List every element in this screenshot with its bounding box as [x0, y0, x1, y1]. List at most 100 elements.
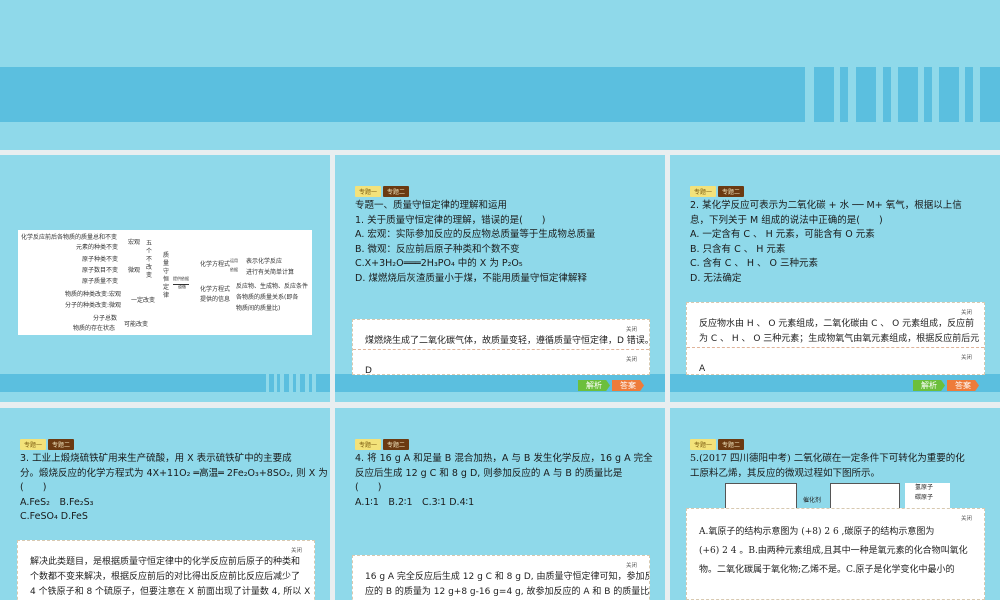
close-button[interactable]: 关闭: [699, 309, 972, 317]
question-text: 3. 工业上煅烧硫铁矿用来生产硫酸，用 X 表示硫铁矿中的主要成 分。煅烧反应的…: [20, 452, 328, 525]
diagram-text: 化学方程式: [200, 261, 231, 268]
diagram-text: 质量守恒定律: [163, 252, 170, 299]
answer-text: D: [365, 366, 372, 375]
option-b: B. 微观：反应前后原子种类和个数不变: [355, 243, 520, 255]
tab-topic-1[interactable]: 专题一: [355, 439, 382, 450]
slide-question-4[interactable]: 专题一 专题二 4. 将 16 g A 和足量 B 混合加热，A 与 B 发生化学…: [335, 408, 665, 600]
diagram-text: 表示化学反应: [246, 258, 283, 265]
tab-topic-1[interactable]: 专题一: [690, 186, 717, 197]
banner-stripe: [814, 67, 834, 122]
banner-stripe: [898, 67, 918, 122]
answer-button[interactable]: 答案: [612, 380, 644, 391]
bar-stripe: [309, 374, 312, 392]
analysis-popup: 关闭 反应物水由 H 、 O 元素组成，二氧化碳由 C 、 O 元素组成，反应前…: [686, 302, 985, 375]
diagram-text: 进行有关简单计算: [246, 269, 295, 276]
question-line: 2. 某化学反应可表示为二氧化碳 + 水 ── M+ 氧气，根据以上信: [690, 200, 962, 211]
analysis-text: 煤燃烧生成了二氧化碳气体，故质量变轻，遵循质量守恒定律，D 错误。: [365, 336, 650, 346]
question-line: 5.(2017 四川德阳中考) 二氧化碳在一定条件下可转化为重要的化: [690, 453, 965, 464]
question-line: 息，下列关于 M 组成的说法中正确的是( ): [690, 214, 883, 226]
banner-stripe: [856, 67, 876, 122]
analysis-popup: 关闭 解决此类题目，是根据质量守恒定律中的化学反应前后原子的种类和 个数都不变来…: [17, 540, 315, 600]
slide-question-5[interactable]: 专题一 专题二 5.(2017 四川德阳中考) 二氧化碳在一定条件下可转化为重要的…: [670, 408, 1000, 600]
analysis-popup: 关闭 煤燃烧生成了二氧化碳气体，故质量变轻，遵循质量守恒定律，D 错误。 关闭 D: [352, 319, 650, 375]
close-button[interactable]: 关闭: [699, 515, 972, 523]
concept-diagram: 化学反应前后各物质的质量总和不变 元素的种类不变 宏观 原子种类不变 原子数目不…: [18, 230, 312, 335]
analysis-text: 4 个铁原子和 8 个硫原子，但要注意在 X 前面出现了计量数 4, 所以 X: [30, 587, 311, 597]
answer-section: 关闭 A: [687, 347, 984, 374]
diagram-text: 微观: [128, 267, 141, 274]
question-line: 反应后生成 12 g C 和 8 g D, 则参加反应的 A 与 B 的质量比是: [355, 467, 623, 479]
bar-stripe: [284, 374, 289, 392]
question-text: 5.(2017 四川德阳中考) 二氧化碳在一定条件下可转化为重要的化 工原料乙烯…: [690, 452, 965, 481]
analysis-text: 16 g A 完全反应后生成 12 g C 和 8 g D, 由质量守恒定律可知…: [365, 572, 650, 582]
option-c: C.X+3H₂O═══2H₃PO₄ 中的 X 为 P₂O₅: [355, 258, 523, 269]
analysis-button[interactable]: 解析: [913, 380, 945, 391]
diagram-text: 化学反应前后各物质的质量总和不变: [21, 234, 118, 241]
analysis-text: 个数都不变来解决，根据反应前后的对比得出反应前比反应后减少了: [30, 572, 301, 582]
question-line: ( ): [20, 482, 47, 493]
diagram-text: 遵循: [178, 284, 186, 289]
question-line: 3. 工业上煅烧硫铁矿用来生产硫酸，用 X 表示硫铁矿中的主要成: [20, 453, 292, 464]
diagram-text: 物质的种类改变:宏观: [65, 291, 122, 298]
diagram-text: 原子质量不变: [82, 278, 119, 285]
diagram-text: 原子种类不变: [82, 256, 119, 263]
tab-topic-1[interactable]: 专题一: [20, 439, 47, 450]
tab-topic-1[interactable]: 专题一: [355, 186, 382, 197]
slide-summary-diagram[interactable]: 化学反应前后各物质的质量总和不变 元素的种类不变 宏观 原子种类不变 原子数目不…: [0, 155, 330, 402]
option-c: C. 含有 C 、 H 、 O 三种元素: [690, 258, 819, 269]
tab-topic-2[interactable]: 专题二: [383, 439, 410, 450]
question-line: 工原料乙烯，其反应的微观过程如下图所示。: [690, 467, 881, 479]
diagram-text: 物质间的质量比): [236, 305, 281, 312]
diagram-text: 反应物、生成物、反应条件: [236, 283, 309, 290]
question-line: 专题一、质量守恒定律的理解和运用: [355, 200, 508, 211]
banner-stripe: [939, 67, 959, 122]
legend-carbon: 碳原子: [915, 494, 934, 501]
diagram-text: 原子数目不变: [82, 267, 119, 274]
close-button[interactable]: 关闭: [699, 354, 972, 362]
analysis-text: (+6) 2 4 。B.由两种元素组成,且其中一种是氧元素的化合物叫氧化: [699, 546, 968, 556]
option-b: B. 只含有 C 、 H 元素: [690, 243, 786, 255]
analysis-button[interactable]: 解析: [578, 380, 610, 391]
banner-stripe: [980, 67, 1000, 122]
slide-question-3[interactable]: 专题一 专题二 3. 工业上煅烧硫铁矿用来生产硫酸，用 X 表示硫铁矿中的主要成 …: [0, 408, 330, 600]
question-line: 1. 关于质量守恒定律的理解，错误的是( ): [355, 214, 546, 226]
analysis-text: 反应物水由 H 、 O 元素组成，二氧化碳由 C 、 O 元素组成，反应前: [699, 319, 975, 329]
option-a: A. 一定含有 C 、 H 元素，可能含有 O 元素: [690, 229, 875, 240]
option-d: D. 煤燃烧后灰渣质量小于煤，不能用质量守恒定律解释: [355, 272, 587, 284]
diagram-text: 分子总数: [93, 315, 118, 322]
option-ab: A.FeS₂ B.Fe₂S₃: [20, 496, 94, 508]
answer-section: 关闭 D: [353, 349, 649, 375]
slide-question-1[interactable]: 专题一 专题二 专题一、质量守恒定律的理解和运用 1. 关于质量守恒定律的理解，错…: [335, 155, 665, 402]
slide-question-2[interactable]: 专题一 专题二 2. 某化学反应可表示为二氧化碳 + 水 ── M+ 氧气，根据以…: [670, 155, 1000, 402]
banner-stripe: [965, 67, 973, 122]
banner-stripe: [840, 67, 848, 122]
close-button[interactable]: 关闭: [365, 356, 637, 364]
analysis-text: 应的 B 的质量为 12 g+8 g-16 g=4 g, 故参加反应的 A 和 …: [365, 587, 650, 597]
slide-bar: [0, 374, 266, 392]
diagram-text: 宏观: [128, 239, 141, 246]
tab-topic-2[interactable]: 专题二: [718, 186, 745, 197]
tab-topic-1[interactable]: 专题一: [690, 439, 717, 450]
bar-stripe: [316, 374, 330, 392]
tab-topic-2[interactable]: 专题二: [383, 186, 410, 197]
close-button[interactable]: 关闭: [365, 326, 637, 334]
close-button[interactable]: 关闭: [365, 562, 637, 570]
diagram-text: 依据: [230, 267, 238, 272]
tab-topic-2[interactable]: 专题二: [48, 439, 75, 450]
banner-stripe: [883, 67, 891, 122]
banner-stripe: [924, 67, 932, 122]
options: A.1∶1 B.2∶1 C.3∶1 D.4∶1: [355, 496, 475, 508]
option-a: A. 宏观：实际参加反应的反应物总质量等于生成物总质量: [355, 229, 596, 240]
bar-stripe: [269, 374, 274, 392]
banner-bar: [0, 67, 805, 122]
slide-title[interactable]: [0, 0, 1000, 150]
analysis-text: 解决此类题目，是根据质量守恒定律中的化学反应前后原子的种类和: [30, 557, 301, 567]
close-button[interactable]: 关闭: [30, 547, 302, 555]
question-text: 专题一、质量守恒定律的理解和运用 1. 关于质量守恒定律的理解，错误的是( ) …: [355, 199, 595, 286]
answer-button[interactable]: 答案: [947, 380, 979, 391]
legend-hydrogen: 氢原子: [915, 484, 934, 491]
diagram-text: 分子的种类改变:微观: [65, 302, 122, 309]
analysis-popup: 关闭 A.氧原子的结构示意图为 (+8) 2 6 ,碳原子的结构示意图为 (+6…: [686, 508, 985, 600]
tab-topic-2[interactable]: 专题二: [718, 439, 745, 450]
option-cd: C.FeSO₄ D.FeS: [20, 511, 88, 522]
